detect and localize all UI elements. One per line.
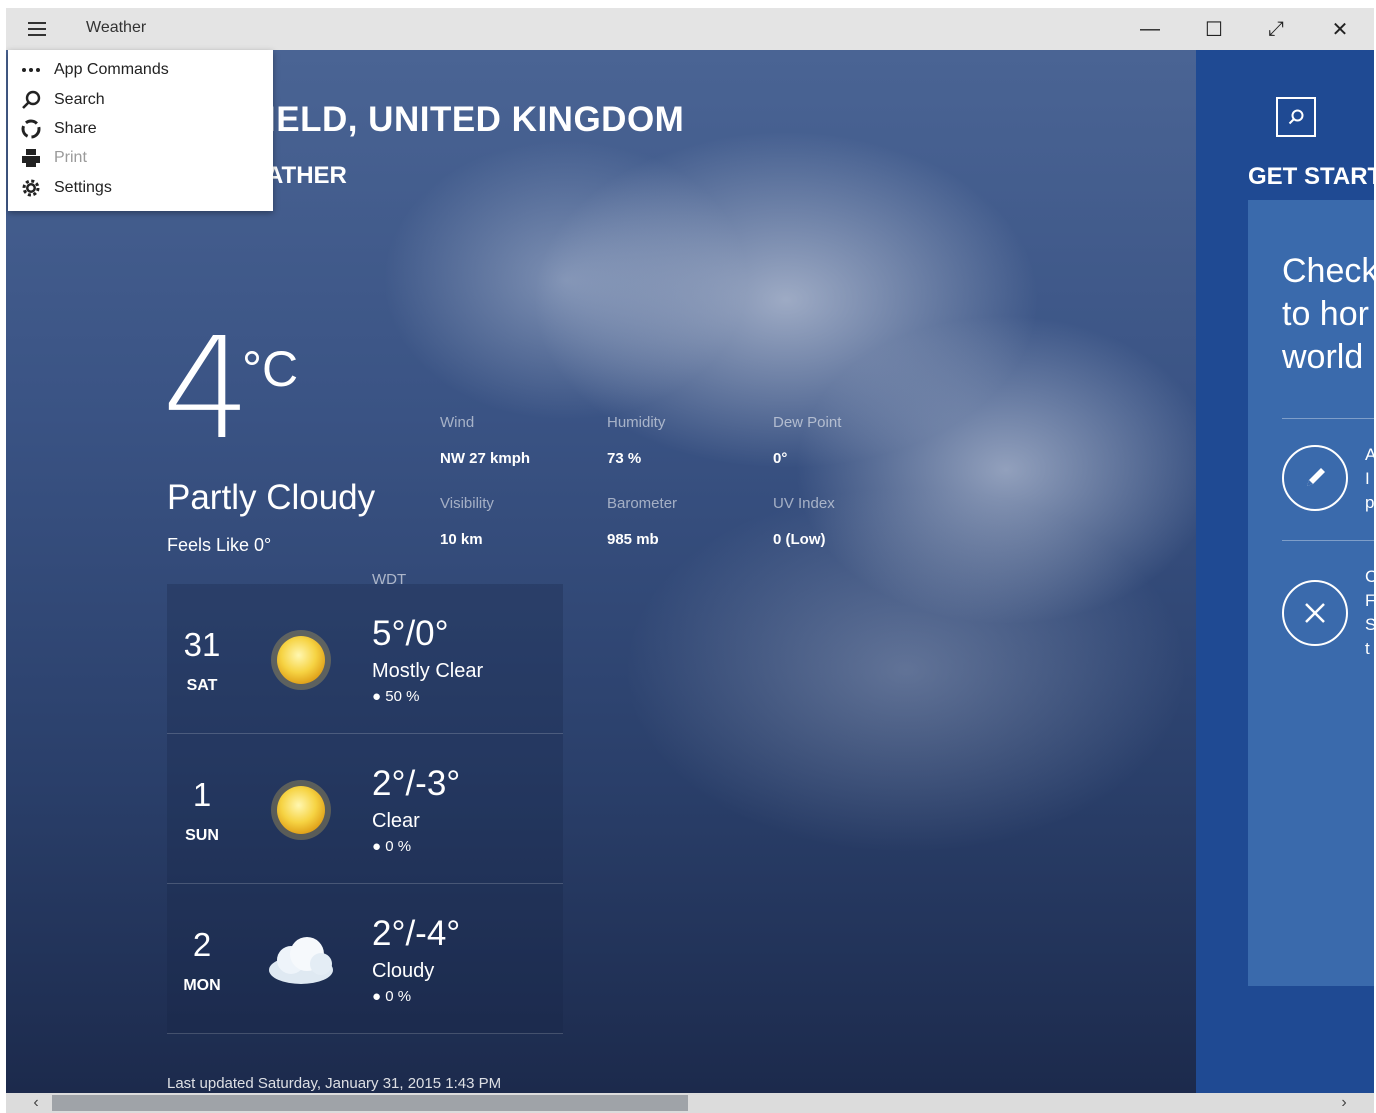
forecast-day-row[interactable]: 2 MON 2°/-4° Cloudy ● 0 % [167,884,563,1034]
panel-search-button[interactable] [1276,97,1316,137]
current-temperature: 4 [162,308,252,471]
menu-item-label: Share [54,120,97,137]
hamburger-menu-icon[interactable] [28,22,46,36]
get-started-panel: GET START Check to hor world A I p C F S… [1196,50,1374,1093]
menu-item-print[interactable]: Print [8,144,273,172]
stat-value-visibility: 10 km [440,531,483,548]
forecast-precipitation: ● 50 % [372,688,419,705]
get-started-card: Check to hor world A I p C F S t [1248,200,1374,986]
menu-item-search[interactable]: Search [8,86,273,114]
menu-item-label: Search [54,91,105,108]
menu-item-app-commands[interactable]: App Commands [8,56,273,84]
forecast-weekday: SAT [186,677,218,694]
search-icon [1288,109,1304,125]
precip-value: 0 % [385,988,412,1005]
raindrop-icon: ● [372,688,382,705]
close-circle-icon [1305,603,1325,623]
pencil-icon [1307,468,1325,486]
print-icon [8,148,54,168]
stat-value-barometer: 985 mb [607,531,659,548]
maximize-button[interactable]: ☐ [1187,8,1241,50]
menu-item-label: App Commands [54,61,169,78]
gear-icon [8,177,54,199]
stat-value-humidity: 73 % [607,450,642,467]
forecast-precipitation: ● 0 % [372,988,411,1005]
get-started-heading: GET START [1248,163,1374,190]
menu-item-label: Settings [54,179,112,196]
current-condition: Partly Cloudy [167,478,376,517]
horizontal-scrollbar[interactable]: ‹ › [6,1093,1374,1113]
forecast-condition: Clear [372,810,420,832]
app-title: Weather [86,19,147,36]
title-bar: Weather — ☐ ⤢ ✕ [6,8,1374,50]
menu-item-label: Print [54,149,87,166]
section-subtitle: ATHER [266,162,347,189]
scroll-left-button[interactable]: ‹ [16,1093,56,1113]
fullscreen-button[interactable]: ⤢ [1249,8,1303,50]
close-button[interactable]: ✕ [1313,8,1367,50]
stat-label-humidity: Humidity [607,414,666,431]
daily-forecast-list: 31 SAT 5°/0° Mostly Clear ● 50 % 1 SUN 2… [167,584,563,1034]
stat-label-uv-index: UV Index [773,495,835,512]
stat-value-wind: NW 27 kmph [440,450,531,467]
action-text-truncated: C F S t [1365,567,1374,658]
search-icon [8,90,54,110]
menu-item-share[interactable]: Share [8,115,273,143]
dismiss-action-button[interactable] [1282,580,1348,646]
feels-like: Feels Like 0° [167,535,272,555]
divider [1282,540,1374,541]
forecast-condition: Mostly Clear [372,660,484,682]
weather-app-window: Weather — ☐ ⤢ ✕ IELD, UNITED KINGDOM ATH… [6,8,1374,1113]
last-updated-text: Last updated Saturday, January 31, 2015 … [167,1075,502,1092]
precip-value: 50 % [385,688,420,705]
stat-value-uv-index: 0 (Low) [773,531,826,548]
sun-icon [271,630,331,690]
scroll-thumb[interactable] [52,1095,688,1111]
location-heading: IELD, UNITED KINGDOM [266,100,685,139]
forecast-condition: Cloudy [372,960,435,982]
stat-label-wind: Wind [440,414,475,431]
stat-value-dew-point: 0° [773,450,788,467]
ellipsis-icon [8,67,54,73]
minimize-button[interactable]: — [1123,8,1177,50]
card-text: Check to hor world [1282,252,1374,376]
forecast-weekday: MON [183,977,221,994]
app-commands-menu: App Commands Search Share Print Settings [8,50,273,211]
forecast-day-row[interactable]: 1 SUN 2°/-3° Clear ● 0 % [167,734,563,884]
action-text-truncated: A I p [1365,445,1374,512]
forecast-day-number: 31 [183,626,221,663]
forecast-temperatures: 2°/-4° [372,914,461,953]
forecast-day-number: 1 [192,776,212,813]
raindrop-icon: ● [372,988,382,1005]
edit-action-button[interactable] [1282,445,1348,511]
forecast-day-number: 2 [192,926,212,963]
forecast-precipitation: ● 0 % [372,838,411,855]
forecast-temperatures: 2°/-3° [372,764,461,803]
share-icon [8,118,54,140]
stat-label-dew-point: Dew Point [773,414,842,431]
stat-label-barometer: Barometer [607,495,678,512]
forecast-weekday: SUN [185,827,219,844]
menu-item-settings[interactable]: Settings [8,174,273,202]
scroll-right-button[interactable]: › [1324,1093,1364,1113]
forecast-day-row[interactable]: 31 SAT 5°/0° Mostly Clear ● 50 % [167,584,563,734]
stat-label-visibility: Visibility [440,495,494,512]
forecast-temperatures: 5°/0° [372,614,449,653]
divider [1282,418,1374,419]
cloud-icon [269,937,333,984]
temperature-unit[interactable]: °C [242,340,298,398]
raindrop-icon: ● [372,838,382,855]
sun-icon [271,780,331,840]
precip-value: 0 % [385,838,412,855]
